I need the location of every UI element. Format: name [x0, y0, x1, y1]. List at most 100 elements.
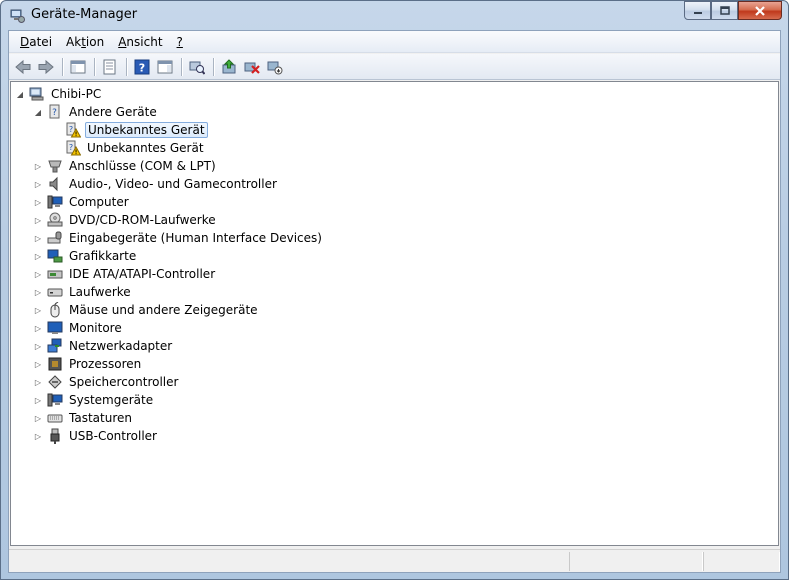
show-hide-console-tree-icon [70, 60, 86, 73]
minimize-button[interactable] [684, 1, 711, 20]
uninstall-button[interactable] [241, 56, 263, 78]
status-pane [703, 552, 780, 571]
expand-arrow-icon[interactable]: ▷ [33, 359, 43, 369]
expand-arrow-icon[interactable]: ▷ [33, 413, 43, 423]
storage-controller-icon [48, 375, 62, 389]
close-button[interactable] [738, 1, 782, 20]
tree-item-label: Computer [69, 195, 129, 209]
network-adapter-icon [47, 338, 62, 353]
tree-item-label: Monitore [69, 321, 122, 335]
toolbar-separator [181, 57, 182, 76]
uninstall-icon [244, 62, 260, 74]
collapse-arrow-icon[interactable]: ◢ [33, 107, 43, 117]
tree-category-computer[interactable]: ▷ Computer [33, 193, 131, 211]
expand-arrow-icon[interactable]: ▷ [33, 341, 43, 351]
help-button[interactable]: ? [131, 56, 153, 78]
disable-device-button[interactable] [264, 56, 286, 78]
status-pane [569, 552, 703, 571]
svg-text:?: ? [69, 125, 73, 134]
toolbar-separator [213, 57, 214, 76]
expand-arrow-icon[interactable]: ▷ [33, 161, 43, 171]
tree-category-laufwerke[interactable]: ▷ Laufwerke [33, 283, 133, 301]
tree-category-tastaturen[interactable]: ▷ Tastaturen [33, 409, 134, 427]
menu-help[interactable]: ? [170, 33, 190, 51]
collapse-arrow-icon[interactable]: ◢ [15, 89, 25, 99]
tree-category-prozessoren[interactable]: ▷ Prozessoren [33, 355, 143, 373]
tree-category-speichercontroller[interactable]: ▷ Speichercontroller [33, 373, 180, 391]
title-bar[interactable]: Geräte-Manager [1, 1, 788, 29]
forward-button[interactable] [35, 56, 57, 78]
tree-item-label: Unbekanntes Gerät [85, 122, 208, 138]
disk-drive-icon [47, 288, 63, 297]
hid-icon [47, 231, 62, 244]
menu-datei-accel: D [20, 34, 30, 49]
minimize-icon [693, 11, 702, 14]
toolbar-separator [62, 57, 63, 76]
tree-item-label: IDE ATA/ATAPI-Controller [69, 267, 216, 281]
toolbar-separator [126, 57, 127, 76]
processor-icon [48, 357, 62, 371]
menu-ansicht[interactable]: Ansicht [111, 33, 169, 51]
menu-ansicht-label: nsicht [126, 34, 163, 49]
console-tree-button[interactable] [67, 56, 89, 78]
expand-arrow-icon[interactable]: ▷ [33, 287, 43, 297]
menu-datei-label: atei [29, 34, 53, 49]
expand-arrow-icon[interactable]: ▷ [33, 215, 43, 225]
tree-item-label: Netzwerkadapter [69, 339, 173, 353]
tree-category-hid[interactable]: ▷ Eingabegeräte (Human Interface Devices… [33, 229, 324, 247]
tree-category-anschluesse[interactable]: ▷ Anschlüsse (COM & LPT) [33, 157, 218, 175]
expand-arrow-icon[interactable]: ▷ [33, 323, 43, 333]
expand-arrow-icon[interactable]: ▷ [33, 305, 43, 315]
tree-item-label: Unbekanntes Gerät [87, 141, 204, 155]
tree-category-usb[interactable]: ▷ USB-Controller [33, 427, 159, 445]
svg-text:?: ? [139, 61, 145, 74]
tree-category-dvd[interactable]: ▷ DVD/CD-ROM-Laufwerke [33, 211, 218, 229]
speaker-icon [49, 176, 58, 192]
tree-device-unknown-2[interactable]: ? Unbekanntes Gerät [51, 139, 206, 157]
tree-category-audio[interactable]: ▷ Audio-, Video- und Gamecontroller [33, 175, 279, 193]
properties-button[interactable] [99, 56, 121, 78]
close-icon [755, 5, 765, 16]
device-manager-icon [10, 9, 25, 23]
expand-arrow-icon[interactable]: ▷ [33, 197, 43, 207]
action-pane-button[interactable] [154, 56, 176, 78]
mouse-icon [50, 302, 60, 318]
expand-arrow-icon[interactable]: ▷ [33, 233, 43, 243]
expand-arrow-icon[interactable]: ▷ [33, 269, 43, 279]
tree-item-label: Speichercontroller [69, 375, 179, 389]
ide-controller-icon [47, 270, 63, 279]
unknown-device-warning-icon: ? [66, 140, 81, 156]
expand-arrow-icon[interactable]: ▷ [33, 431, 43, 441]
tree-root-label: Chibi-PC [51, 87, 102, 101]
tree-category-ide[interactable]: ▷ IDE ATA/ATAPI-Controller [33, 265, 217, 283]
maximize-button[interactable] [711, 1, 738, 20]
tree-category-maeuse[interactable]: ▷ Mäuse und andere Zeigegeräte [33, 301, 260, 319]
tree-category-systemgeraete[interactable]: ▷ Systemgeräte [33, 391, 155, 409]
expand-arrow-icon[interactable]: ▷ [33, 377, 43, 387]
update-driver-button[interactable] [218, 56, 240, 78]
menu-datei[interactable]: Datei [13, 33, 59, 51]
tree-root[interactable]: ◢ Chibi-PC [15, 85, 103, 103]
tree-category-netzwerkadapter[interactable]: ▷ Netzwerkadapter [33, 337, 174, 355]
keyboard-icon [47, 414, 63, 423]
expand-arrow-icon[interactable]: ▷ [33, 179, 43, 189]
device-manager-window: Geräte-Manager Datei Aktion Ansicht ? ? … [0, 0, 789, 580]
scan-hardware-button[interactable] [186, 56, 208, 78]
expand-arrow-icon[interactable]: ▷ [33, 251, 43, 261]
scan-hardware-icon [189, 61, 205, 75]
tree-item-label: Eingabegeräte (Human Interface Devices) [69, 231, 322, 245]
tree-category-monitore[interactable]: ▷ Monitore [33, 319, 124, 337]
usb-icon [50, 428, 60, 444]
tree-device-unknown-1[interactable]: ? Unbekanntes Gerät [51, 121, 208, 139]
tree-item-label: Audio-, Video- und Gamecontroller [69, 177, 277, 191]
back-button[interactable] [12, 56, 34, 78]
tree-item-label: Prozessoren [69, 357, 142, 371]
device-tree[interactable]: ◢ Chibi-PC ◢ ? Andere Geräte ? Unbekannt… [10, 81, 779, 546]
tree-category-andere-geraete[interactable]: ◢ ? Andere Geräte [33, 103, 159, 121]
expand-arrow-icon[interactable]: ▷ [33, 395, 43, 405]
tree-category-grafikkarte[interactable]: ▷ Grafikkarte [33, 247, 138, 265]
menu-aktion[interactable]: Aktion [59, 33, 111, 51]
tree-item-label: DVD/CD-ROM-Laufwerke [69, 213, 216, 227]
tree-item-label: Mäuse und andere Zeigegeräte [69, 303, 258, 317]
